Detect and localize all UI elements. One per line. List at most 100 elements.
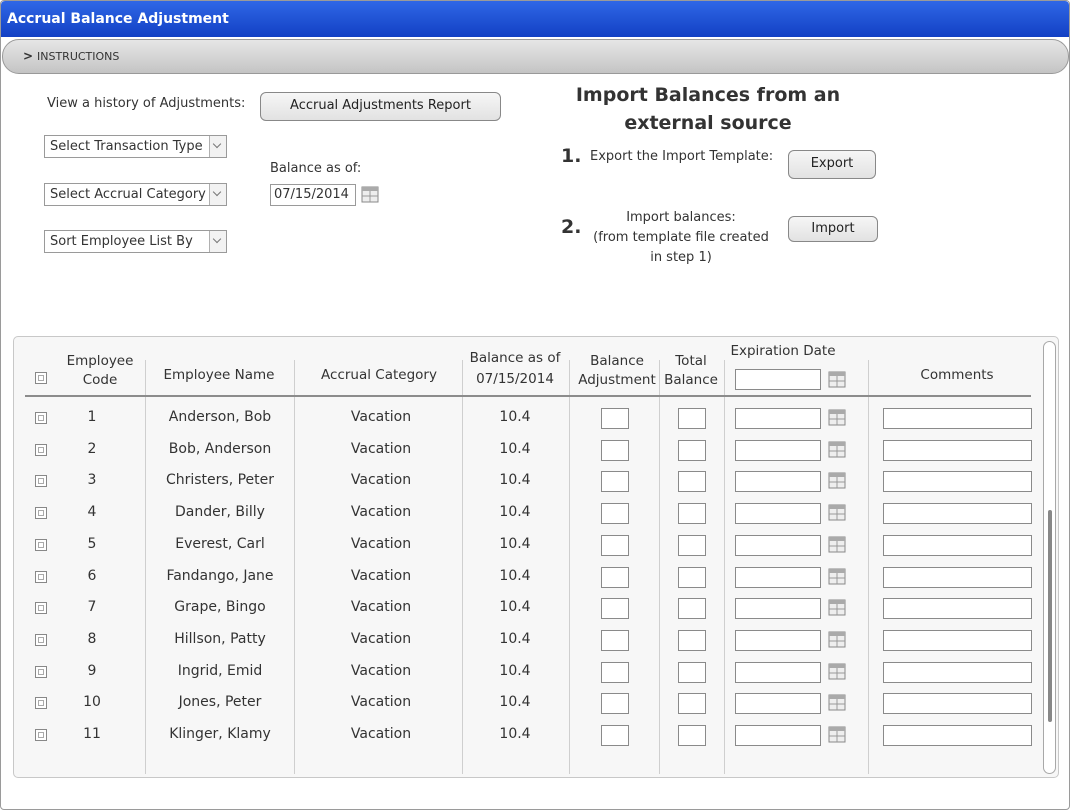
comments-input[interactable] xyxy=(883,439,1032,461)
comments-input[interactable] xyxy=(883,629,1032,651)
balance-adjustment-input[interactable] xyxy=(601,598,629,620)
total-balance-input[interactable] xyxy=(678,566,706,588)
calendar-icon[interactable] xyxy=(828,370,846,388)
calendar-icon[interactable] xyxy=(828,535,846,553)
row-checkbox[interactable] xyxy=(35,665,47,678)
accrual-adjustments-report-button[interactable]: Accrual Adjustments Report xyxy=(260,92,501,121)
comments-input[interactable] xyxy=(883,725,1032,746)
row-checkbox[interactable] xyxy=(35,507,47,520)
total-balance-input[interactable] xyxy=(678,598,706,620)
expiration-date-input[interactable] xyxy=(735,471,821,493)
expiration-date-input[interactable] xyxy=(735,598,821,620)
chevron-down-icon[interactable] xyxy=(209,231,226,252)
expiration-date-input[interactable] xyxy=(735,693,821,715)
calendar-icon[interactable] xyxy=(828,567,846,585)
balance-adjustment-input[interactable] xyxy=(601,503,629,525)
transaction-type-select[interactable]: Select Transaction Type xyxy=(44,135,227,158)
calendar-icon[interactable] xyxy=(828,693,846,711)
balance-as-of: 10.4 xyxy=(499,535,531,552)
header-expiration-date: Expiration Date xyxy=(730,343,836,359)
calendar-icon[interactable] xyxy=(828,662,846,680)
employee-name: Bob, Anderson xyxy=(168,440,272,457)
comments-input[interactable] xyxy=(883,471,1032,493)
accrual-category: Vacation xyxy=(350,440,412,457)
comments-input[interactable] xyxy=(883,566,1032,588)
employee-code: 8 xyxy=(87,630,97,647)
row-checkbox[interactable] xyxy=(35,602,47,615)
expiration-date-all-input[interactable] xyxy=(735,369,821,390)
select-all-checkbox[interactable] xyxy=(35,372,47,384)
expiration-date-input[interactable] xyxy=(735,725,821,746)
calendar-icon[interactable] xyxy=(828,725,846,743)
calendar-icon[interactable] xyxy=(828,598,846,616)
calendar-icon[interactable] xyxy=(828,630,846,648)
scrollbar-thumb[interactable] xyxy=(1048,510,1052,722)
export-button[interactable]: Export xyxy=(788,150,876,179)
calendar-icon[interactable] xyxy=(361,185,379,203)
chevron-right-icon: > xyxy=(23,49,34,63)
comments-input[interactable] xyxy=(883,693,1032,715)
balance-adjustment-input[interactable] xyxy=(601,629,629,651)
row-checkbox[interactable] xyxy=(35,729,47,741)
comments-input[interactable] xyxy=(883,408,1032,429)
import-button[interactable]: Import xyxy=(788,216,878,242)
total-balance-input[interactable] xyxy=(678,693,706,715)
table-scrollbar[interactable] xyxy=(1043,341,1056,774)
expiration-date-input[interactable] xyxy=(735,661,821,683)
balance-adjustment-input[interactable] xyxy=(601,566,629,588)
comments-input[interactable] xyxy=(883,598,1032,620)
expiration-date-input[interactable] xyxy=(735,629,821,651)
total-balance-input[interactable] xyxy=(678,629,706,651)
expiration-date-input[interactable] xyxy=(735,503,821,525)
calendar-icon[interactable] xyxy=(828,408,846,426)
employee-code: 9 xyxy=(87,662,97,679)
comments-input[interactable] xyxy=(883,503,1032,525)
balance-adjustment-input[interactable] xyxy=(601,725,629,746)
total-balance-input[interactable] xyxy=(678,661,706,683)
column-divider xyxy=(868,360,869,774)
balance-as-of: 10.4 xyxy=(499,599,531,616)
expiration-date-input[interactable] xyxy=(735,439,821,461)
total-balance-input[interactable] xyxy=(678,471,706,493)
header-total-balance-line1: Total xyxy=(675,353,707,369)
calendar-icon[interactable] xyxy=(828,503,846,521)
balance-as-of-date-input[interactable]: 07/15/2014 xyxy=(270,184,356,206)
balance-adjustment-input[interactable] xyxy=(601,408,629,429)
total-balance-input[interactable] xyxy=(678,408,706,429)
row-checkbox[interactable] xyxy=(35,697,47,710)
accrual-category: Vacation xyxy=(350,472,412,489)
column-divider xyxy=(724,360,725,774)
chevron-down-icon[interactable] xyxy=(209,136,226,157)
expiration-date-input[interactable] xyxy=(735,408,821,429)
total-balance-input[interactable] xyxy=(678,503,706,525)
header-balance-as-of-line2: 07/15/2014 xyxy=(476,371,554,387)
row-checkbox[interactable] xyxy=(35,475,47,488)
balance-adjustment-input[interactable] xyxy=(601,471,629,493)
header-balance-as-of-line1: Balance as of xyxy=(469,350,561,366)
total-balance-input[interactable] xyxy=(678,725,706,746)
comments-input[interactable] xyxy=(883,661,1032,683)
total-balance-input[interactable] xyxy=(678,439,706,461)
row-checkbox[interactable] xyxy=(35,633,47,646)
balance-adjustment-input[interactable] xyxy=(601,439,629,461)
row-checkbox[interactable] xyxy=(35,412,47,424)
calendar-icon[interactable] xyxy=(828,440,846,458)
comments-input[interactable] xyxy=(883,534,1032,556)
expiration-date-input[interactable] xyxy=(735,534,821,556)
expiration-date-input[interactable] xyxy=(735,566,821,588)
employee-name: Jones, Peter xyxy=(178,694,262,711)
total-balance-input[interactable] xyxy=(678,534,706,556)
balance-adjustment-input[interactable] xyxy=(601,693,629,715)
accrual-category-select[interactable]: Select Accrual Category xyxy=(44,183,227,206)
instructions-toggle[interactable]: > INSTRUCTIONS xyxy=(2,39,1069,74)
sort-employee-select[interactable]: Sort Employee List By xyxy=(44,230,227,253)
calendar-icon[interactable] xyxy=(828,471,846,489)
chevron-down-icon[interactable] xyxy=(209,184,226,205)
row-checkbox[interactable] xyxy=(35,538,47,551)
row-checkbox[interactable] xyxy=(35,443,47,456)
balance-as-of: 10.4 xyxy=(499,694,531,711)
balance-adjustment-input[interactable] xyxy=(601,534,629,556)
employee-code: 10 xyxy=(83,694,101,711)
row-checkbox[interactable] xyxy=(35,570,47,583)
balance-adjustment-input[interactable] xyxy=(601,661,629,683)
